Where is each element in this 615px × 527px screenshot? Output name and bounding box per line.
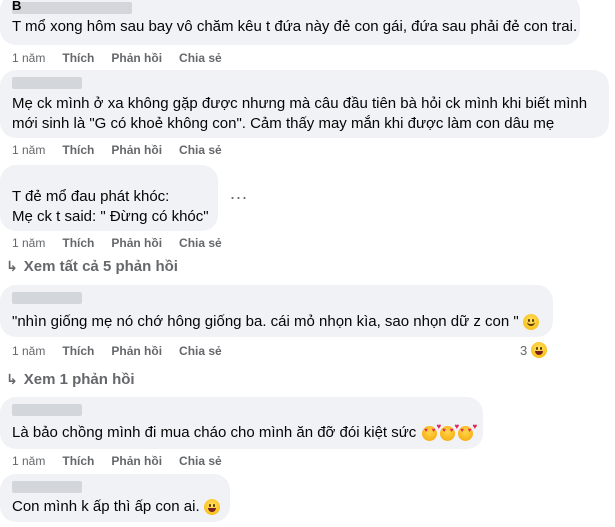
comment-actions: 1 năm Thích Phản hồi Chia sẻ (12, 142, 239, 158)
comment-bubble: "nhìn giống mẹ nó chớ hông giống ba. cái… (0, 285, 553, 337)
comment-time[interactable]: 1 năm (12, 236, 45, 250)
comment-text: T mổ xong hôm sau bay vô chăm kêu t đứa … (12, 18, 578, 35)
view-replies-link[interactable]: ↳ Xem 1 phản hồi (6, 371, 135, 388)
author-name-redacted[interactable] (12, 481, 82, 493)
heart-eyes-emoji-icon: ♥ (440, 422, 459, 441)
view-replies-label: Xem tất cả 5 phản hồi (23, 258, 178, 275)
comment-bubble: Là bảo chồng mình đi mua cháo cho mình ă… (0, 397, 483, 449)
comment-text-content: Con mình k ấp thì ấp con ai. (12, 498, 200, 515)
comment-actions: 1 năm Thích Phản hồi Chia sẻ (12, 50, 239, 66)
comment-bubble: B T mổ xong hôm sau bay vô chăm kêu t đứ… (0, 0, 580, 45)
comment-time[interactable]: 1 năm (12, 454, 45, 468)
like-button[interactable]: Thích (62, 344, 94, 358)
comment-time[interactable]: 1 năm (12, 344, 45, 358)
like-button[interactable]: Thích (62, 236, 94, 250)
share-button[interactable]: Chia sẻ (179, 51, 222, 65)
comment-text: mới sinh là "G có khoẻ không con". Cảm t… (12, 115, 555, 132)
comment-text-content: "nhìn giống mẹ nó chớ hông giống ba. cái… (12, 313, 519, 330)
heart-eyes-emoji-icon: ♥ (422, 422, 441, 441)
comment-time[interactable]: 1 năm (12, 143, 45, 157)
author-name-redacted[interactable] (12, 404, 82, 416)
reply-button[interactable]: Phản hồi (111, 51, 162, 65)
comment-time[interactable]: 1 năm (12, 51, 45, 65)
share-button[interactable]: Chia sẻ (179, 344, 222, 358)
view-all-replies-link[interactable]: ↳ Xem tất cả 5 phản hồi (6, 258, 178, 275)
comment-actions: 1 năm Thích Phản hồi Chia sẻ (12, 235, 239, 251)
comment-text-content: Là bảo chồng mình đi mua cháo cho mình ă… (12, 424, 417, 441)
share-button[interactable]: Chia sẻ (179, 454, 222, 468)
reply-button[interactable]: Phản hồi (111, 236, 162, 250)
author-initial: B (12, 0, 22, 13)
share-button[interactable]: Chia sẻ (179, 143, 222, 157)
reply-button[interactable]: Phản hồi (111, 143, 162, 157)
reply-arrow-icon: ↳ (6, 258, 18, 274)
comment-actions: 1 năm Thích Phản hồi Chia sẻ (12, 453, 239, 469)
reply-arrow-icon: ↳ (6, 371, 18, 387)
comment-text: Con mình k ấp thì ấp con ai. (12, 497, 220, 517)
smile-emoji-icon (522, 314, 539, 330)
heart-eyes-emoji-icon: ♥ (458, 422, 477, 441)
author-name-redacted[interactable] (12, 292, 82, 304)
more-options-icon[interactable]: ... (230, 184, 248, 202)
comment-bubble: T đẻ mổ đau phát khóc: Mẹ ck t said: " Đ… (0, 165, 218, 231)
like-button[interactable]: Thích (62, 51, 94, 65)
comment-bubble: Con mình k ấp thì ấp con ai. (0, 474, 230, 522)
comment-bubble: Mẹ ck mình ở xa không gặp được nhưng mà … (0, 70, 609, 138)
tears-of-joy-emoji-icon (203, 499, 220, 515)
comment-text: Là bảo chồng mình đi mua cháo cho mình ă… (12, 422, 477, 443)
like-button[interactable]: Thích (62, 143, 94, 157)
comment-text: Mẹ ck mình ở xa không gặp được nhưng mà … (12, 95, 588, 112)
comment-text: Mẹ ck t said: " Đừng có khóc" (12, 208, 209, 225)
comment-text: T đẻ mổ đau phát khóc: (12, 188, 170, 205)
laughing-emoji-icon (531, 342, 548, 358)
reaction-count: 3 (520, 342, 528, 358)
reply-button[interactable]: Phản hồi (111, 344, 162, 358)
author-name-redacted[interactable] (12, 77, 82, 89)
share-button[interactable]: Chia sẻ (179, 236, 222, 250)
reaction-summary[interactable]: 3 (520, 342, 548, 358)
comment-text: "nhìn giống mẹ nó chớ hông giống ba. cái… (12, 312, 539, 332)
reply-button[interactable]: Phản hồi (111, 454, 162, 468)
like-button[interactable]: Thích (62, 454, 94, 468)
comment-actions: 1 năm Thích Phản hồi Chia sẻ (12, 343, 239, 359)
author-name-redacted[interactable] (12, 2, 132, 14)
view-replies-label: Xem 1 phản hồi (23, 371, 135, 388)
